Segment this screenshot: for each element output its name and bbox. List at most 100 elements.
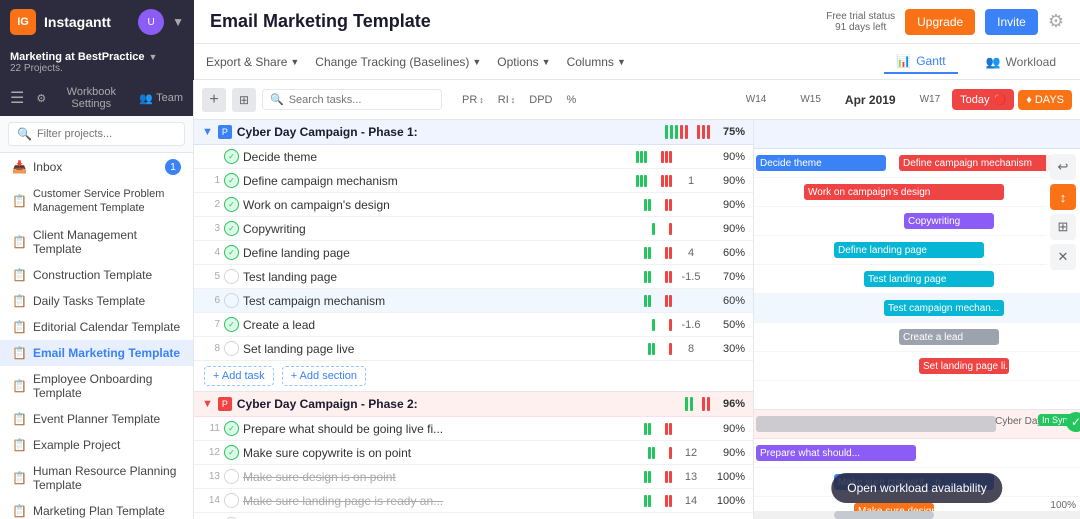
task-check-icon[interactable] bbox=[224, 469, 239, 484]
sidebar-item-event-planner[interactable]: 📋 Event Planner Template bbox=[0, 406, 193, 432]
cs-icon: 📋 bbox=[12, 194, 27, 208]
sidebar-item-daily-tasks[interactable]: 📋 Daily Tasks Template bbox=[0, 288, 193, 314]
task-name: Work on campaign's design bbox=[243, 198, 640, 212]
sidebar-item-editorial[interactable]: 📋 Editorial Calendar Template bbox=[0, 314, 193, 340]
change-tracking-btn[interactable]: Change Tracking (Baselines)▼ bbox=[315, 55, 481, 69]
filter-input-wrapper[interactable]: 🔍 bbox=[8, 122, 185, 146]
hr-icon: 📋 bbox=[12, 471, 27, 485]
gantt-bar-work-design: Work on campaign's design bbox=[804, 184, 1004, 200]
gantt-task-row: Prepare what should... bbox=[754, 439, 1080, 468]
search-input[interactable] bbox=[289, 94, 434, 106]
workbook-settings-btn[interactable]: ⚙ Workbook Settings bbox=[36, 86, 133, 110]
gantt-bar-phase2-bg bbox=[756, 416, 996, 432]
gantt-phase1-row bbox=[754, 120, 1080, 149]
grid-view-icon[interactable]: ⊞ bbox=[1050, 214, 1076, 240]
phase1-header[interactable]: ▼ P Cyber Day Campaign - Phase 1: bbox=[194, 120, 753, 145]
inbox-badge: 1 bbox=[165, 159, 181, 175]
sidebar-item-client-management[interactable]: 📋 Client Management Template bbox=[0, 222, 193, 262]
free-trial-status: Free trial status 91 days left bbox=[826, 11, 895, 33]
sidebar-item-marketing-plan[interactable]: 📋 Marketing Plan Template bbox=[0, 498, 193, 519]
task-name: Create a lead bbox=[243, 318, 648, 332]
settings-icon[interactable]: ⚙ bbox=[1048, 11, 1064, 32]
phase1-pct: 75% bbox=[715, 126, 745, 138]
upgrade-button[interactable]: Upgrade bbox=[905, 9, 975, 35]
close-icon[interactable]: ✕ bbox=[1050, 244, 1076, 270]
task-check-icon[interactable]: ✓ bbox=[224, 197, 239, 212]
eo-icon: 📋 bbox=[12, 379, 27, 393]
ec-icon: 📋 bbox=[12, 320, 27, 334]
tab-gantt[interactable]: 📊 Gantt bbox=[884, 50, 957, 74]
projects-count: 22 Projects. bbox=[10, 63, 184, 74]
sidebar-item-email-marketing[interactable]: 📋 Email Marketing Template bbox=[0, 340, 193, 366]
add-task-btn-phase1[interactable]: + Add task bbox=[204, 366, 274, 386]
table-row: 5 Test landing page -1.5 70% bbox=[194, 265, 753, 289]
mp-icon: 📋 bbox=[12, 504, 27, 518]
undo-icon[interactable]: ↩ bbox=[1050, 154, 1076, 180]
table-row: 11 ✓ Prepare what should be going live f… bbox=[194, 417, 753, 441]
gantt-phase2-row: Cyber Day... In Sync ✓ bbox=[754, 410, 1080, 439]
gantt-task-row: Copywriting bbox=[754, 207, 1080, 236]
table-row: 13 Make sure design is on point 13 100% bbox=[194, 465, 753, 489]
add-row-btn[interactable]: + bbox=[202, 88, 226, 112]
org-dropdown-icon[interactable]: ▼ bbox=[149, 52, 158, 62]
phase2-toggle-icon[interactable]: ▼ bbox=[202, 398, 213, 410]
task-check-icon[interactable]: ✓ bbox=[224, 317, 239, 332]
sidebar-item-human-resource[interactable]: 📋 Human Resource Planning Template bbox=[0, 458, 193, 498]
task-check-icon[interactable] bbox=[224, 341, 239, 356]
sidebar-item-example-project[interactable]: 📋 Example Project bbox=[0, 432, 193, 458]
org-name[interactable]: Marketing at BestPractice bbox=[10, 51, 145, 63]
task-check-icon[interactable] bbox=[224, 293, 239, 308]
task-name: Make sure copywrite is on point bbox=[243, 446, 644, 460]
gantt-task-row: Create a lead bbox=[754, 323, 1080, 352]
table-row: 2 ✓ Work on campaign's design 90% bbox=[194, 193, 753, 217]
today-button[interactable]: Today 🔴 bbox=[952, 89, 1014, 110]
sidebar-item-construction[interactable]: 📋 Construction Template bbox=[0, 262, 193, 288]
col-pr-header[interactable]: PR↕ bbox=[456, 94, 490, 106]
ep-icon: 📋 bbox=[12, 412, 27, 426]
search-box[interactable]: 🔍 bbox=[262, 89, 442, 110]
phase1-color-block: P bbox=[218, 125, 232, 139]
phase2-header[interactable]: ▼ P Cyber Day Campaign - Phase 2: 96% bbox=[194, 392, 753, 417]
gantt-task-row: Test landing page bbox=[754, 265, 1080, 294]
exp-icon: 📋 bbox=[12, 438, 27, 452]
app-name: Instagantt bbox=[44, 14, 111, 30]
open-workload-btn[interactable]: Open workload availability bbox=[831, 473, 1002, 503]
columns-btn[interactable]: Columns▼ bbox=[567, 55, 626, 69]
grid-btn[interactable]: ⊞ bbox=[232, 88, 256, 112]
sidebar-item-customer-service[interactable]: 📋 Customer Service Problem Management Te… bbox=[0, 181, 193, 222]
sidebar-item-inbox[interactable]: 📥 Inbox 1 bbox=[0, 153, 193, 181]
task-check-icon[interactable]: ✓ bbox=[224, 149, 239, 164]
swap-icon[interactable]: ↕ bbox=[1050, 184, 1076, 210]
add-section-btn-phase1[interactable]: + Add section bbox=[282, 366, 366, 386]
gantt-month-label: Apr 2019 bbox=[845, 93, 896, 107]
user-avatar[interactable]: U bbox=[138, 9, 164, 35]
expand-icon[interactable]: ▼ bbox=[172, 15, 184, 29]
task-check-icon[interactable]: ✓ bbox=[224, 445, 239, 460]
gantt-task-row: Decide theme Define campaign mechanism bbox=[754, 149, 1080, 178]
export-share-btn[interactable]: Export & Share▼ bbox=[206, 55, 299, 69]
col-pct-header[interactable]: % bbox=[561, 94, 583, 106]
days-button[interactable]: ♦ DAYS bbox=[1018, 90, 1072, 110]
phase1-toggle-icon[interactable]: ▼ bbox=[202, 126, 213, 138]
task-check-icon[interactable]: ✓ bbox=[224, 173, 239, 188]
tab-workload[interactable]: 👥 Workload bbox=[974, 51, 1068, 73]
task-check-icon[interactable] bbox=[224, 493, 239, 508]
col-ri-header[interactable]: RI↕ bbox=[492, 94, 522, 106]
task-check-icon[interactable]: ✓ bbox=[224, 421, 239, 436]
invite-button[interactable]: Invite bbox=[985, 9, 1038, 35]
workload-icon: 👥 bbox=[986, 55, 1001, 69]
task-name: Prepare what should be going live fi... bbox=[243, 422, 640, 436]
right-panel: ↩ ↕ ⊞ ✕ bbox=[1046, 150, 1080, 274]
sidebar-item-employee-onboarding[interactable]: 📋 Employee Onboarding Template bbox=[0, 366, 193, 406]
const-icon: 📋 bbox=[12, 268, 27, 282]
hamburger-icon[interactable]: ☰ bbox=[10, 88, 24, 108]
filter-projects-input[interactable] bbox=[37, 128, 176, 140]
col-dpd-header[interactable]: DPD bbox=[523, 94, 558, 106]
task-check-icon[interactable] bbox=[224, 269, 239, 284]
task-check-icon[interactable]: ✓ bbox=[224, 245, 239, 260]
phase2-color-block: P bbox=[218, 397, 232, 411]
options-btn[interactable]: Options▼ bbox=[497, 55, 550, 69]
task-check-icon[interactable]: ✓ bbox=[224, 221, 239, 236]
team-btn[interactable]: 👥 Team bbox=[139, 92, 183, 105]
gantt-spacer-row bbox=[754, 381, 1080, 410]
